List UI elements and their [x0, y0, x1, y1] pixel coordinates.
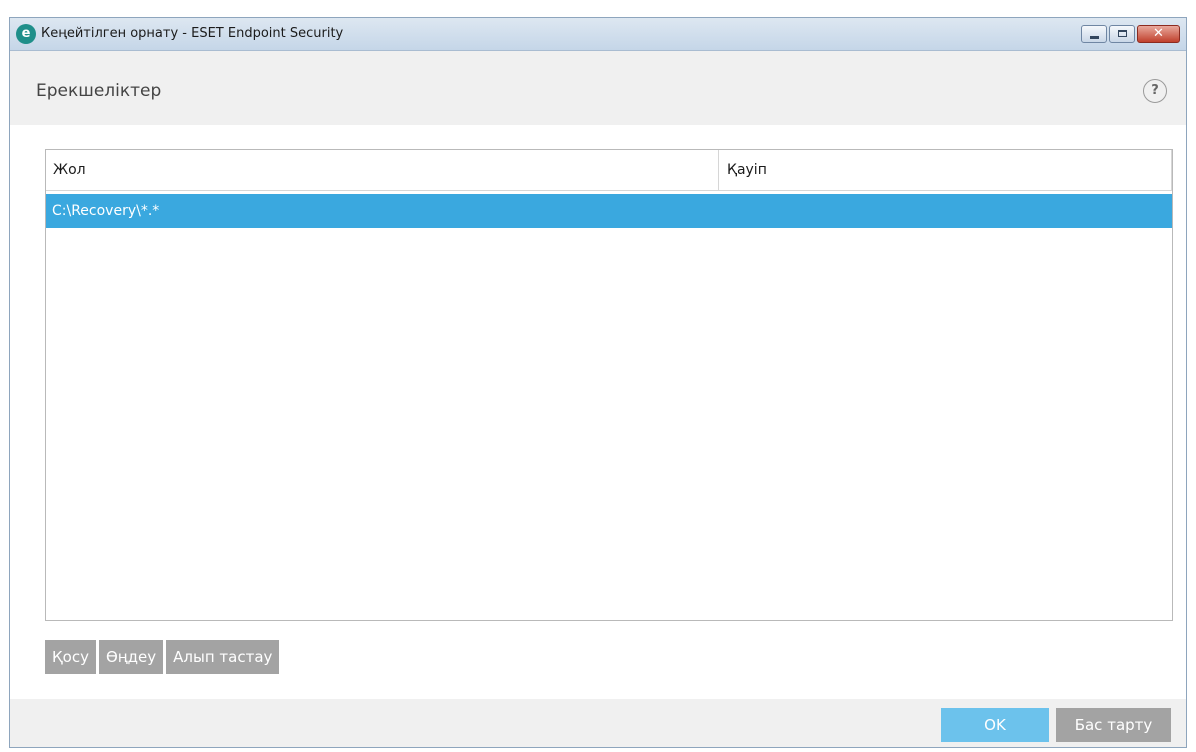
exclusions-list[interactable]: Жол Қауіп C:\Recovery\*.*	[45, 149, 1173, 621]
ok-button[interactable]: OK	[941, 708, 1049, 742]
help-icon[interactable]: ?	[1143, 79, 1167, 103]
list-actions: Қосу Өңдеу Алып тастау	[45, 640, 280, 674]
list-row[interactable]: C:\Recovery\*.*	[46, 194, 1172, 228]
maximize-button[interactable]	[1109, 25, 1135, 43]
page-title: Ерекшеліктер	[36, 81, 162, 101]
title-bar[interactable]: e Кеңейтілген орнату - ESET Endpoint Sec…	[10, 18, 1186, 51]
edit-button[interactable]: Өңдеу	[98, 640, 164, 674]
dialog-window: e Кеңейтілген орнату - ESET Endpoint Sec…	[9, 17, 1187, 748]
column-header-threat[interactable]: Қауіп	[719, 150, 1172, 190]
section-header: Ерекшеліктер ?	[10, 51, 1186, 125]
close-button[interactable]: ✕	[1137, 25, 1180, 43]
row-path-cell: C:\Recovery\*.*	[52, 203, 160, 219]
minimize-button[interactable]	[1081, 25, 1107, 43]
column-header-path[interactable]: Жол	[46, 150, 719, 190]
maximize-icon	[1118, 30, 1127, 37]
add-button[interactable]: Қосу	[45, 640, 96, 674]
window-title: Кеңейтілген орнату - ESET Endpoint Secur…	[41, 26, 344, 41]
close-icon: ✕	[1153, 26, 1164, 41]
eset-logo-icon: e	[16, 24, 36, 44]
list-header: Жол Қауіп	[46, 150, 1172, 191]
dialog-footer: OK Бас тарту	[10, 699, 1186, 747]
remove-button[interactable]: Алып тастау	[166, 640, 280, 674]
minimize-icon	[1090, 36, 1099, 39]
cancel-button[interactable]: Бас тарту	[1056, 708, 1171, 742]
window-controls: ✕	[1081, 25, 1180, 45]
